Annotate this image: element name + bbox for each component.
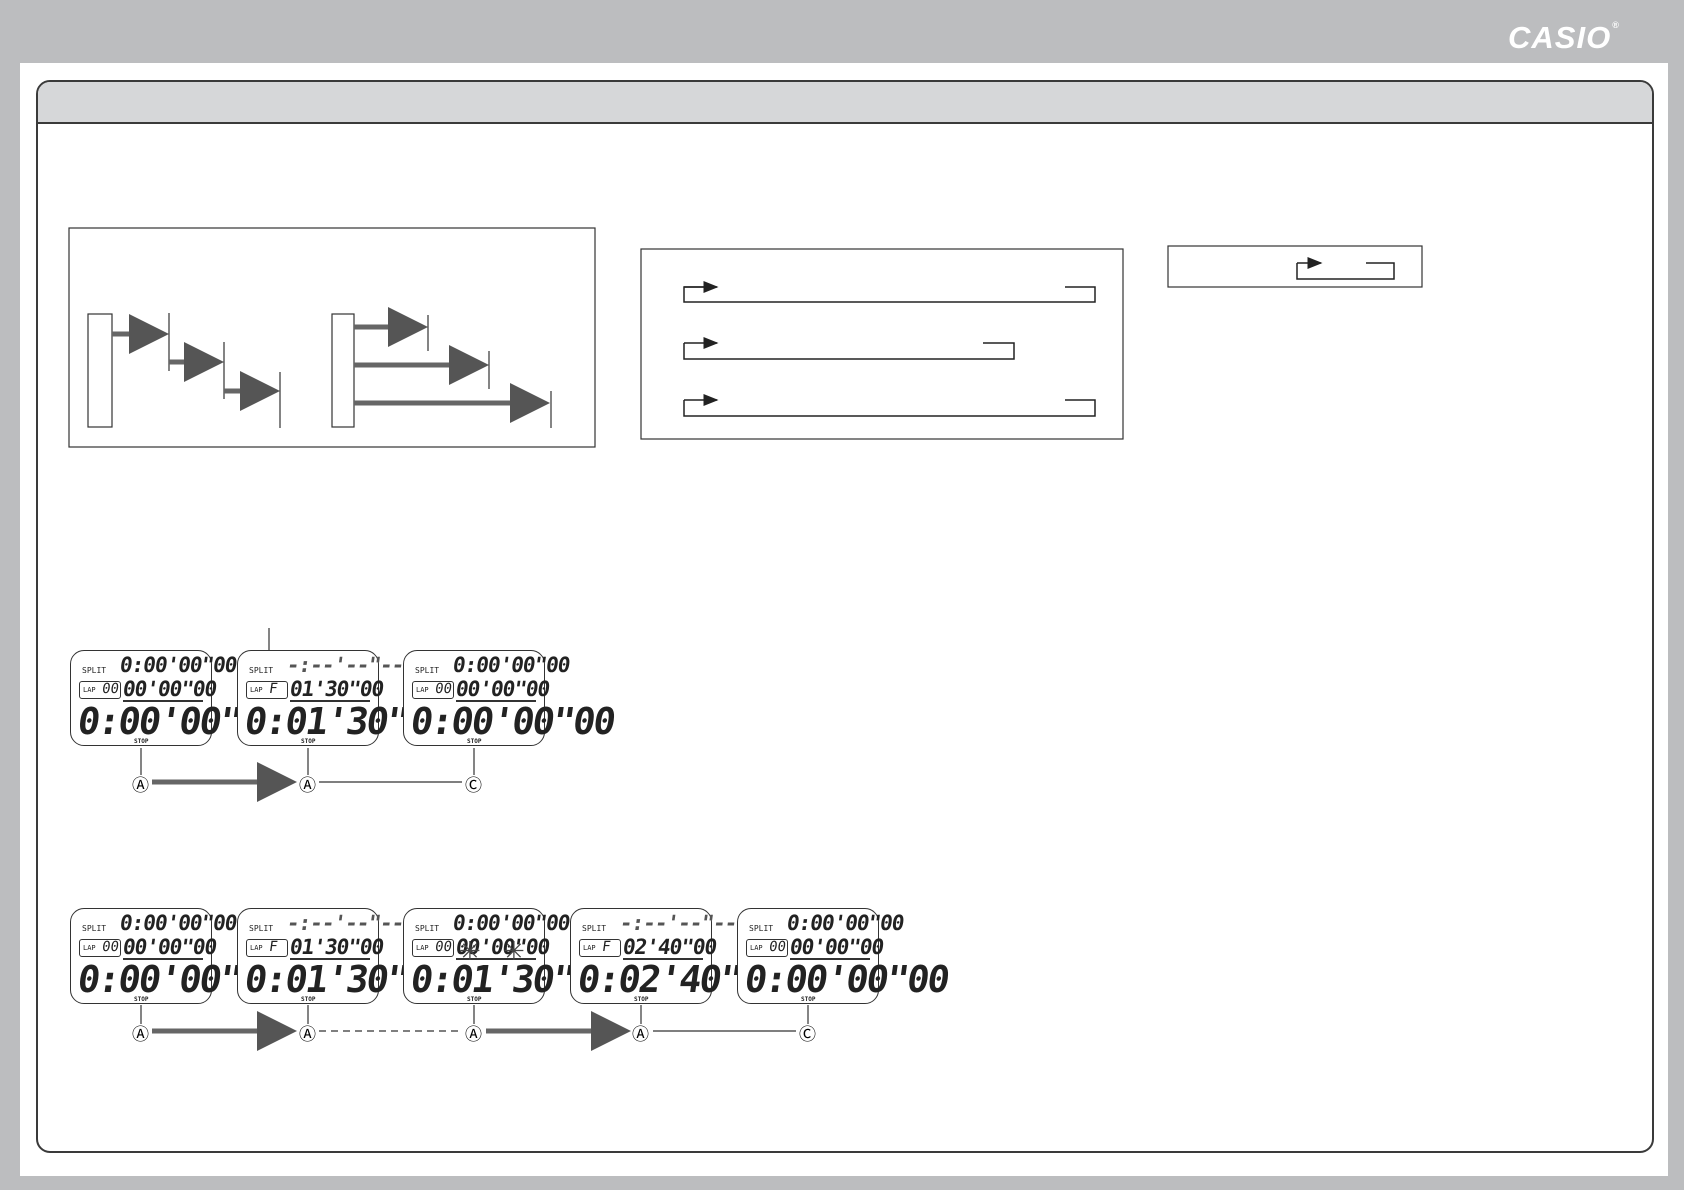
button-c-marker: Ⓒ — [799, 1025, 816, 1044]
flash-burst-icon: ✳ — [459, 936, 481, 966]
flash-burst-icon: ✳ — [503, 936, 525, 966]
button-a-marker: Ⓐ — [299, 776, 316, 795]
button-c-marker: Ⓒ — [465, 776, 482, 795]
button-a-marker: Ⓐ — [632, 1025, 649, 1044]
timing-diagram-box — [68, 227, 596, 448]
cycle-diagram-box — [640, 248, 1124, 440]
button-a-marker: Ⓐ — [132, 776, 149, 795]
button-a-marker: Ⓐ — [299, 1025, 316, 1044]
small-cycle-box — [1167, 245, 1423, 288]
button-a-marker: Ⓐ — [465, 1025, 482, 1044]
diagram-layer — [68, 227, 1423, 1051]
button-a-marker: Ⓐ — [132, 1025, 149, 1044]
